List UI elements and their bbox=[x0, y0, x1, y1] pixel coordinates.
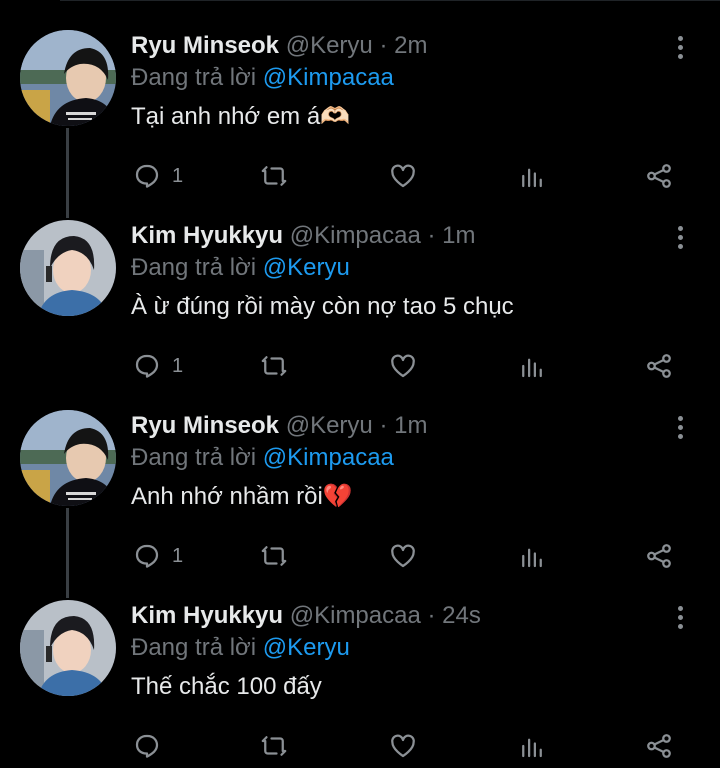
share-button[interactable] bbox=[644, 726, 674, 766]
tweet[interactable]: Kim Hyukkyu @Kimpacaa · 1m Đang trả lời … bbox=[0, 190, 720, 380]
analytics-icon bbox=[522, 358, 542, 378]
share-icon bbox=[647, 544, 671, 568]
avatar[interactable] bbox=[20, 30, 116, 126]
analytics-icon bbox=[522, 548, 542, 568]
author-name[interactable]: Kim Hyukkyu bbox=[131, 602, 283, 629]
avatar[interactable] bbox=[20, 600, 116, 696]
author-name[interactable]: Ryu Minseok bbox=[131, 412, 279, 439]
tweet-text: Anh nhớ nhầm rồi💔 bbox=[131, 483, 353, 510]
author-handle[interactable]: @Kimpacaa bbox=[290, 222, 421, 249]
author-handle[interactable]: @Kimpacaa bbox=[290, 602, 421, 629]
reply-button[interactable] bbox=[132, 726, 172, 766]
tweet-header: Kim Hyukkyu @Kimpacaa · 1m bbox=[131, 221, 476, 251]
tweet-text: À ừ đúng rồi mày còn nợ tao 5 chục bbox=[131, 293, 514, 320]
more-options-icon[interactable] bbox=[668, 602, 692, 632]
retweet-icon bbox=[261, 166, 287, 186]
tweet-actions bbox=[0, 726, 720, 766]
tweet-header: Ryu Minseok @Keryu · 2m bbox=[131, 31, 427, 61]
retweet-button[interactable] bbox=[259, 726, 289, 766]
author-handle[interactable]: @Keryu bbox=[286, 412, 373, 439]
more-options-icon[interactable] bbox=[668, 412, 692, 442]
tweet[interactable]: Ryu Minseok @Keryu · 1m Đang trả lời @Ki… bbox=[0, 380, 720, 570]
reply-icon bbox=[135, 354, 159, 378]
replying-to-label: Đang trả lời bbox=[131, 634, 257, 661]
author-handle[interactable]: @Keryu bbox=[286, 32, 373, 59]
reply-count: 1 bbox=[172, 164, 184, 187]
timestamp[interactable]: 1m bbox=[394, 412, 427, 439]
separator-dot: · bbox=[379, 412, 388, 439]
reply-icon bbox=[135, 734, 159, 758]
tweet[interactable]: Kim Hyukkyu @Kimpacaa · 24s Đang trả lời… bbox=[0, 570, 720, 760]
separator-dot: · bbox=[427, 222, 436, 249]
author-name[interactable]: Ryu Minseok bbox=[131, 32, 279, 59]
share-icon bbox=[647, 734, 671, 758]
reply-icon bbox=[135, 544, 159, 568]
author-name[interactable]: Kim Hyukkyu bbox=[131, 222, 283, 249]
more-options-icon[interactable] bbox=[668, 222, 692, 252]
reply-count: 1 bbox=[172, 544, 184, 567]
more-options-icon[interactable] bbox=[668, 32, 692, 62]
reply-mention-link[interactable]: @Keryu bbox=[263, 254, 350, 281]
like-icon bbox=[391, 354, 415, 378]
reply-count: 1 bbox=[172, 354, 184, 377]
replying-to: Đang trả lời @Kimpacaa bbox=[131, 443, 394, 473]
reply-mention-link[interactable]: @Keryu bbox=[263, 634, 350, 661]
like-icon bbox=[391, 734, 415, 758]
tweet-header: Kim Hyukkyu @Kimpacaa · 24s bbox=[131, 601, 481, 631]
replying-to: Đang trả lời @Keryu bbox=[131, 633, 350, 663]
analytics-icon bbox=[522, 168, 542, 188]
reply-mention-link[interactable]: @Kimpacaa bbox=[263, 444, 394, 471]
retweet-icon bbox=[261, 356, 287, 376]
tweet-header: Ryu Minseok @Keryu · 1m bbox=[131, 411, 427, 441]
avatar[interactable] bbox=[20, 410, 116, 506]
timestamp[interactable]: 24s bbox=[442, 602, 481, 629]
tweet-text: Thế chắc 100 đấy bbox=[131, 673, 322, 700]
replying-to-label: Đang trả lời bbox=[131, 254, 257, 281]
replying-to: Đang trả lời @Kimpacaa bbox=[131, 63, 394, 93]
avatar[interactable] bbox=[20, 220, 116, 316]
retweet-icon bbox=[261, 546, 287, 566]
separator-dot: · bbox=[379, 32, 388, 59]
timestamp[interactable]: 2m bbox=[394, 32, 427, 59]
separator-dot: · bbox=[427, 602, 436, 629]
replying-to-label: Đang trả lời bbox=[131, 64, 257, 91]
share-icon bbox=[647, 354, 671, 378]
reply-icon bbox=[135, 164, 159, 188]
retweet-icon bbox=[261, 736, 287, 756]
like-button[interactable] bbox=[388, 726, 418, 766]
replying-to-label: Đang trả lời bbox=[131, 444, 257, 471]
analytics-button[interactable] bbox=[517, 726, 547, 766]
reply-mention-link[interactable]: @Kimpacaa bbox=[263, 64, 394, 91]
tweet-text: Tại anh nhớ em á🫶🏻 bbox=[131, 103, 351, 130]
like-icon bbox=[391, 164, 415, 188]
tweet[interactable]: Ryu Minseok @Keryu · 2m Đang trả lời @Ki… bbox=[0, 0, 720, 190]
like-icon bbox=[391, 544, 415, 568]
analytics-icon bbox=[522, 738, 542, 758]
timestamp[interactable]: 1m bbox=[442, 222, 475, 249]
replying-to: Đang trả lời @Keryu bbox=[131, 253, 350, 283]
share-icon bbox=[647, 164, 671, 188]
